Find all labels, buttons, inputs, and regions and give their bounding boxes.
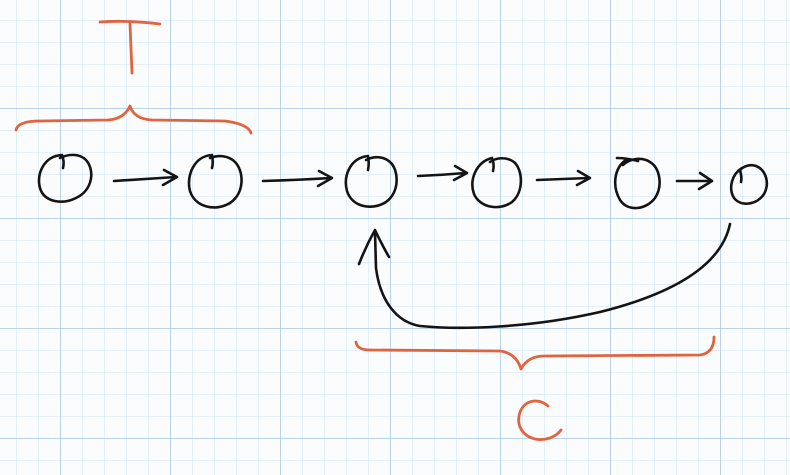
- cycle-label-stroke: [517, 399, 563, 441]
- tail-brace: [14, 104, 253, 135]
- arrow-2-to-3: [261, 169, 334, 188]
- cycle-brace: [354, 335, 716, 371]
- cycle-back-arrow: [357, 222, 732, 330]
- cycle-label: C: [517, 399, 563, 441]
- tail-label-stroke-stem: [128, 22, 134, 75]
- node-5: [613, 156, 661, 210]
- node-2: [187, 153, 243, 209]
- diagram-canvas: T: [0, 0, 790, 475]
- tail-label: T: [98, 19, 162, 75]
- node-6: [729, 163, 769, 205]
- node-4: [471, 156, 523, 209]
- arrow-5-to-6: [675, 171, 714, 191]
- arrow-1-to-2: [112, 168, 179, 187]
- arrow-4-to-5: [535, 169, 592, 187]
- arrow-3-to-4: [416, 164, 469, 182]
- linked-list-cycle-diagram: T: [14, 19, 769, 441]
- node-1: [37, 153, 93, 203]
- node-3: [344, 154, 398, 208]
